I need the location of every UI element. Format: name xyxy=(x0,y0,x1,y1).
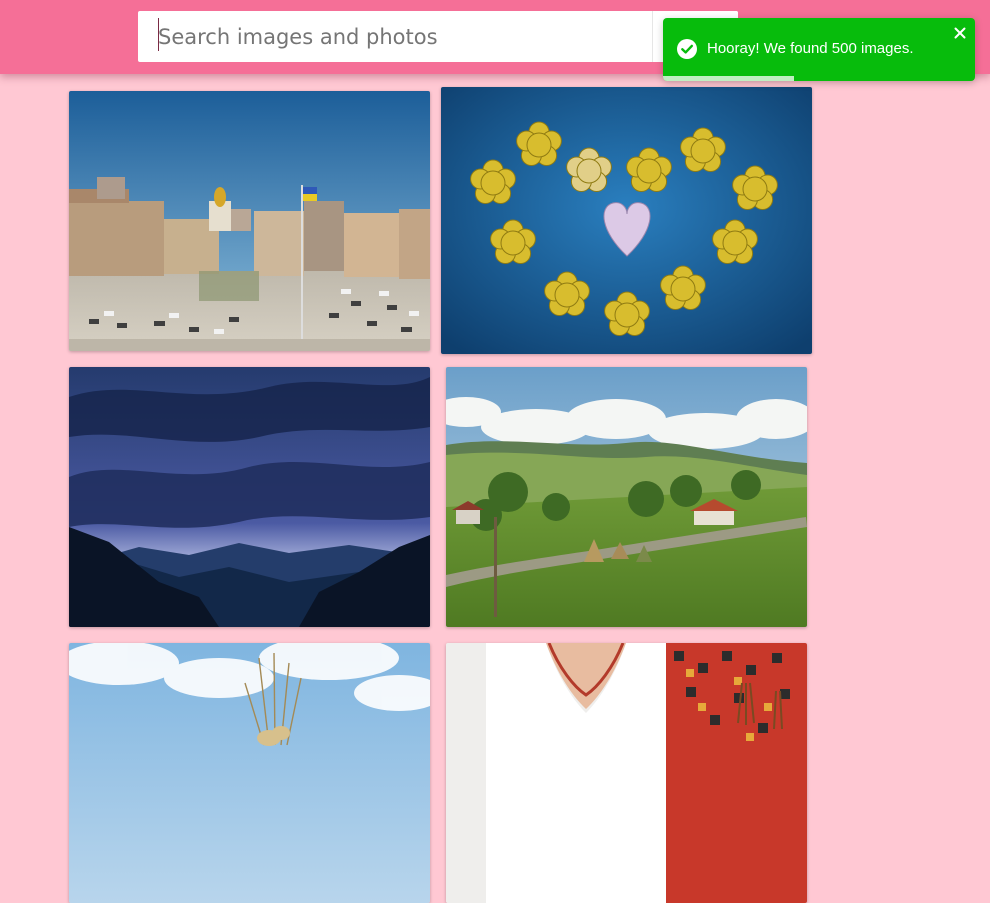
wheat-image xyxy=(69,643,430,903)
check-circle-icon xyxy=(677,39,697,59)
toast-progress-bar xyxy=(663,76,795,81)
gallery-item-vyshyvanka[interactable] xyxy=(446,643,807,903)
gallery-item-mountains[interactable] xyxy=(69,367,430,627)
image-gallery xyxy=(0,0,990,903)
gallery-item-wheat[interactable] xyxy=(69,643,430,903)
village-hills-image xyxy=(446,367,807,627)
gallery-item-flower-heart[interactable] xyxy=(441,87,812,354)
city-square-image xyxy=(69,91,430,351)
text-cursor xyxy=(158,18,159,51)
vyshyvanka-image xyxy=(446,643,807,903)
gallery-item-village-hills[interactable] xyxy=(446,367,807,627)
success-toast[interactable]: Hooray! We found 500 images. xyxy=(663,18,975,81)
mountains-image xyxy=(69,367,430,627)
gallery-item-city-square[interactable] xyxy=(69,91,430,351)
close-icon[interactable] xyxy=(953,26,967,40)
search-form xyxy=(138,11,738,62)
search-input[interactable] xyxy=(138,11,652,62)
toast-message: Hooray! We found 500 images. xyxy=(707,40,914,57)
flower-heart-image xyxy=(441,87,812,354)
